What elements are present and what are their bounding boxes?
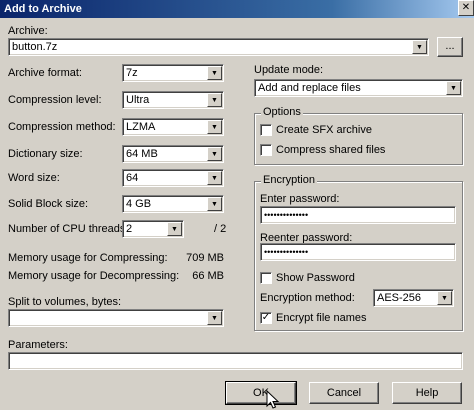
solid-block-size-label: Solid Block size: — [8, 198, 89, 210]
options-group: Options — [254, 106, 463, 165]
parameters-field[interactable] — [8, 352, 463, 370]
compression-level-value: Ultra — [126, 94, 150, 106]
archive-combobox[interactable]: button.7z ▼ — [8, 38, 429, 56]
cancel-button[interactable]: Cancel — [309, 382, 379, 404]
update-mode-select[interactable]: Add and replace files ▼ — [254, 79, 463, 97]
archive-label: Archive: — [8, 25, 48, 37]
encrypt-names-checkbox[interactable]: ✓ — [260, 312, 272, 324]
options-group-title: Options — [261, 106, 303, 118]
memory-compress-value: 709 MB — [186, 252, 224, 264]
compress-shared-checkbox[interactable] — [260, 144, 272, 156]
memory-compress-label: Memory usage for Compressing: — [8, 252, 168, 264]
enter-password-field[interactable]: •••••••••••••• — [260, 206, 456, 224]
split-volumes-label: Split to volumes, bytes: — [8, 296, 122, 308]
cpu-threads-select[interactable]: 2 ▼ — [122, 220, 184, 238]
enter-password-label: Enter password: — [260, 193, 340, 205]
mouse-cursor-icon — [266, 390, 280, 409]
compression-level-select[interactable]: Ultra ▼ — [122, 91, 224, 109]
encryption-method-value: AES-256 — [377, 292, 422, 304]
split-volumes-combobox[interactable]: ▼ — [8, 309, 224, 327]
dictionary-size-label: Dictionary size: — [8, 148, 83, 160]
chevron-down-icon[interactable]: ▼ — [437, 291, 452, 305]
archive-value: button.7z — [12, 41, 58, 53]
window-title: Add to Archive — [4, 3, 82, 15]
archive-format-select[interactable]: 7z ▼ — [122, 64, 224, 82]
cpu-threads-label: Number of CPU threads: — [8, 223, 129, 235]
memory-decompress-value: 66 MB — [192, 270, 224, 282]
chevron-down-icon[interactable]: ▼ — [207, 171, 222, 185]
chevron-down-icon[interactable]: ▼ — [207, 147, 222, 161]
word-size-select[interactable]: 64 ▼ — [122, 169, 224, 187]
compression-method-value: LZMA — [126, 121, 156, 133]
ok-button[interactable]: OK — [225, 381, 297, 405]
archive-format-label: Archive format: — [8, 67, 82, 79]
compress-shared-label: Compress shared files — [276, 144, 386, 156]
reenter-password-field[interactable]: •••••••••••••• — [260, 243, 456, 261]
cpu-threads-max: / 2 — [214, 223, 227, 235]
archive-format-value: 7z — [126, 67, 138, 79]
close-button[interactable]: ✕ — [458, 0, 474, 16]
create-sfx-checkbox[interactable] — [260, 124, 272, 136]
browse-button[interactable]: ... — [437, 37, 463, 57]
parameters-label: Parameters: — [8, 339, 68, 351]
encryption-method-select[interactable]: AES-256 ▼ — [373, 289, 454, 307]
memory-decompress-label: Memory usage for Decompressing: — [8, 270, 180, 282]
chevron-down-icon[interactable]: ▼ — [446, 81, 461, 95]
compression-level-label: Compression level: — [8, 94, 102, 106]
compression-method-select[interactable]: LZMA ▼ — [122, 118, 224, 136]
show-password-label: Show Password — [276, 272, 355, 284]
solid-block-size-value: 4 GB — [126, 198, 152, 210]
word-size-label: Word size: — [8, 172, 60, 184]
solid-block-size-select[interactable]: 4 GB ▼ — [122, 195, 224, 213]
chevron-down-icon[interactable]: ▼ — [412, 40, 427, 54]
compression-method-label: Compression method: — [8, 121, 116, 133]
update-mode-value: Add and replace files — [258, 82, 361, 94]
update-mode-label: Update mode: — [254, 64, 324, 76]
word-size-value: 64 — [126, 172, 139, 184]
dictionary-size-select[interactable]: 64 MB ▼ — [122, 145, 224, 163]
chevron-down-icon[interactable]: ▼ — [207, 197, 222, 211]
chevron-down-icon[interactable]: ▼ — [167, 222, 182, 236]
chevron-down-icon[interactable]: ▼ — [207, 66, 222, 80]
cpu-threads-value: 2 — [126, 223, 133, 235]
dictionary-size-value: 64 MB — [126, 148, 158, 160]
help-button[interactable]: Help — [392, 382, 462, 404]
encrypt-names-label: Encrypt file names — [276, 312, 367, 324]
show-password-checkbox[interactable] — [260, 272, 272, 284]
chevron-down-icon[interactable]: ▼ — [207, 311, 222, 325]
encryption-group-title: Encryption — [261, 174, 317, 186]
chevron-down-icon[interactable]: ▼ — [207, 93, 222, 107]
create-sfx-label: Create SFX archive — [276, 124, 372, 136]
check-icon: ✓ — [261, 312, 271, 323]
title-bar: Add to Archive ✕ — [0, 0, 474, 18]
chevron-down-icon[interactable]: ▼ — [207, 120, 222, 134]
close-icon: ✕ — [461, 2, 471, 13]
encryption-method-label: Encryption method: — [260, 292, 355, 304]
